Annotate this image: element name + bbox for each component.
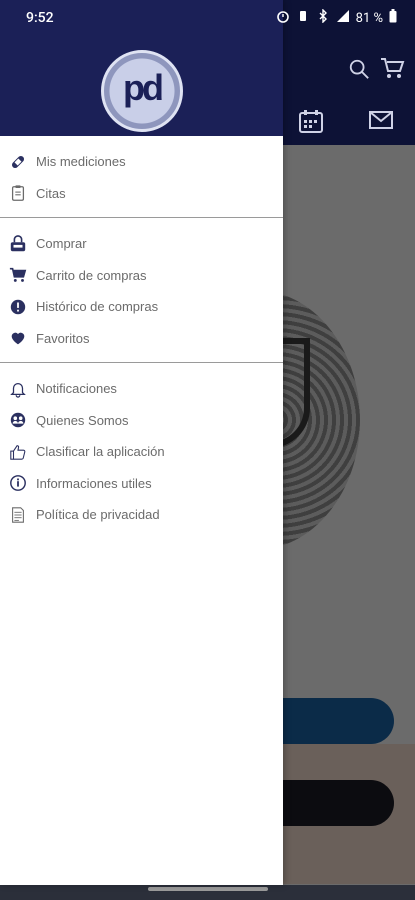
- vibrate-icon: [296, 9, 310, 27]
- navigation-drawer: pd Mis mediciones Citas Comprar Carrito …: [0, 0, 283, 885]
- info-outline-icon: [8, 473, 28, 493]
- thumb-up-icon: [8, 442, 28, 462]
- menu-item-mis-mediciones[interactable]: Mis mediciones: [0, 146, 283, 178]
- menu-item-comprar[interactable]: Comprar: [0, 228, 283, 260]
- bluetooth-icon: [316, 9, 330, 27]
- cart-icon: [8, 265, 28, 285]
- menu-item-carrito[interactable]: Carrito de compras: [0, 260, 283, 292]
- calendar-icon[interactable]: [298, 108, 324, 140]
- bell-icon: [8, 379, 28, 399]
- app-logo: pd: [101, 50, 183, 132]
- menu-item-politica[interactable]: Política de privacidad: [0, 499, 283, 531]
- info-circle-icon: [8, 297, 28, 317]
- menu-section-info: Notificaciones Quienes Somos Clasificar …: [0, 363, 283, 539]
- menu-item-favoritos[interactable]: Favoritos: [0, 323, 283, 355]
- status-time: 9:52: [26, 10, 54, 26]
- group-icon: [8, 410, 28, 430]
- app-logo-text: pd: [123, 67, 164, 108]
- drawer-menu: Mis mediciones Citas Comprar Carrito de …: [0, 136, 283, 539]
- heart-icon: [8, 328, 28, 348]
- bandage-icon: [8, 152, 28, 172]
- search-icon[interactable]: [348, 58, 370, 86]
- shop-icon: [8, 234, 28, 254]
- menu-item-informaciones[interactable]: Informaciones utiles: [0, 468, 283, 500]
- status-icons: 81 %: [276, 9, 397, 27]
- menu-item-historico[interactable]: Histórico de compras: [0, 291, 283, 323]
- document-icon: [8, 505, 28, 525]
- signal-icon: [336, 9, 350, 27]
- cart-icon[interactable]: [379, 56, 405, 86]
- menu-item-notificaciones[interactable]: Notificaciones: [0, 373, 283, 405]
- menu-item-quienes-somos[interactable]: Quienes Somos: [0, 405, 283, 437]
- home-indicator[interactable]: [148, 887, 268, 891]
- battery-percent: 81 %: [355, 10, 383, 26]
- status-bar: 9:52 81 %: [0, 0, 415, 36]
- menu-section-shop: Comprar Carrito de compras Histórico de …: [0, 218, 283, 363]
- mail-icon[interactable]: [367, 106, 395, 138]
- menu-item-citas[interactable]: Citas: [0, 178, 283, 210]
- alarm-icon: [276, 9, 290, 27]
- battery-icon: [389, 9, 397, 27]
- clipboard-icon: [8, 183, 28, 203]
- menu-item-clasificar[interactable]: Clasificar la aplicación: [0, 436, 283, 468]
- menu-section-measurements: Mis mediciones Citas: [0, 136, 283, 218]
